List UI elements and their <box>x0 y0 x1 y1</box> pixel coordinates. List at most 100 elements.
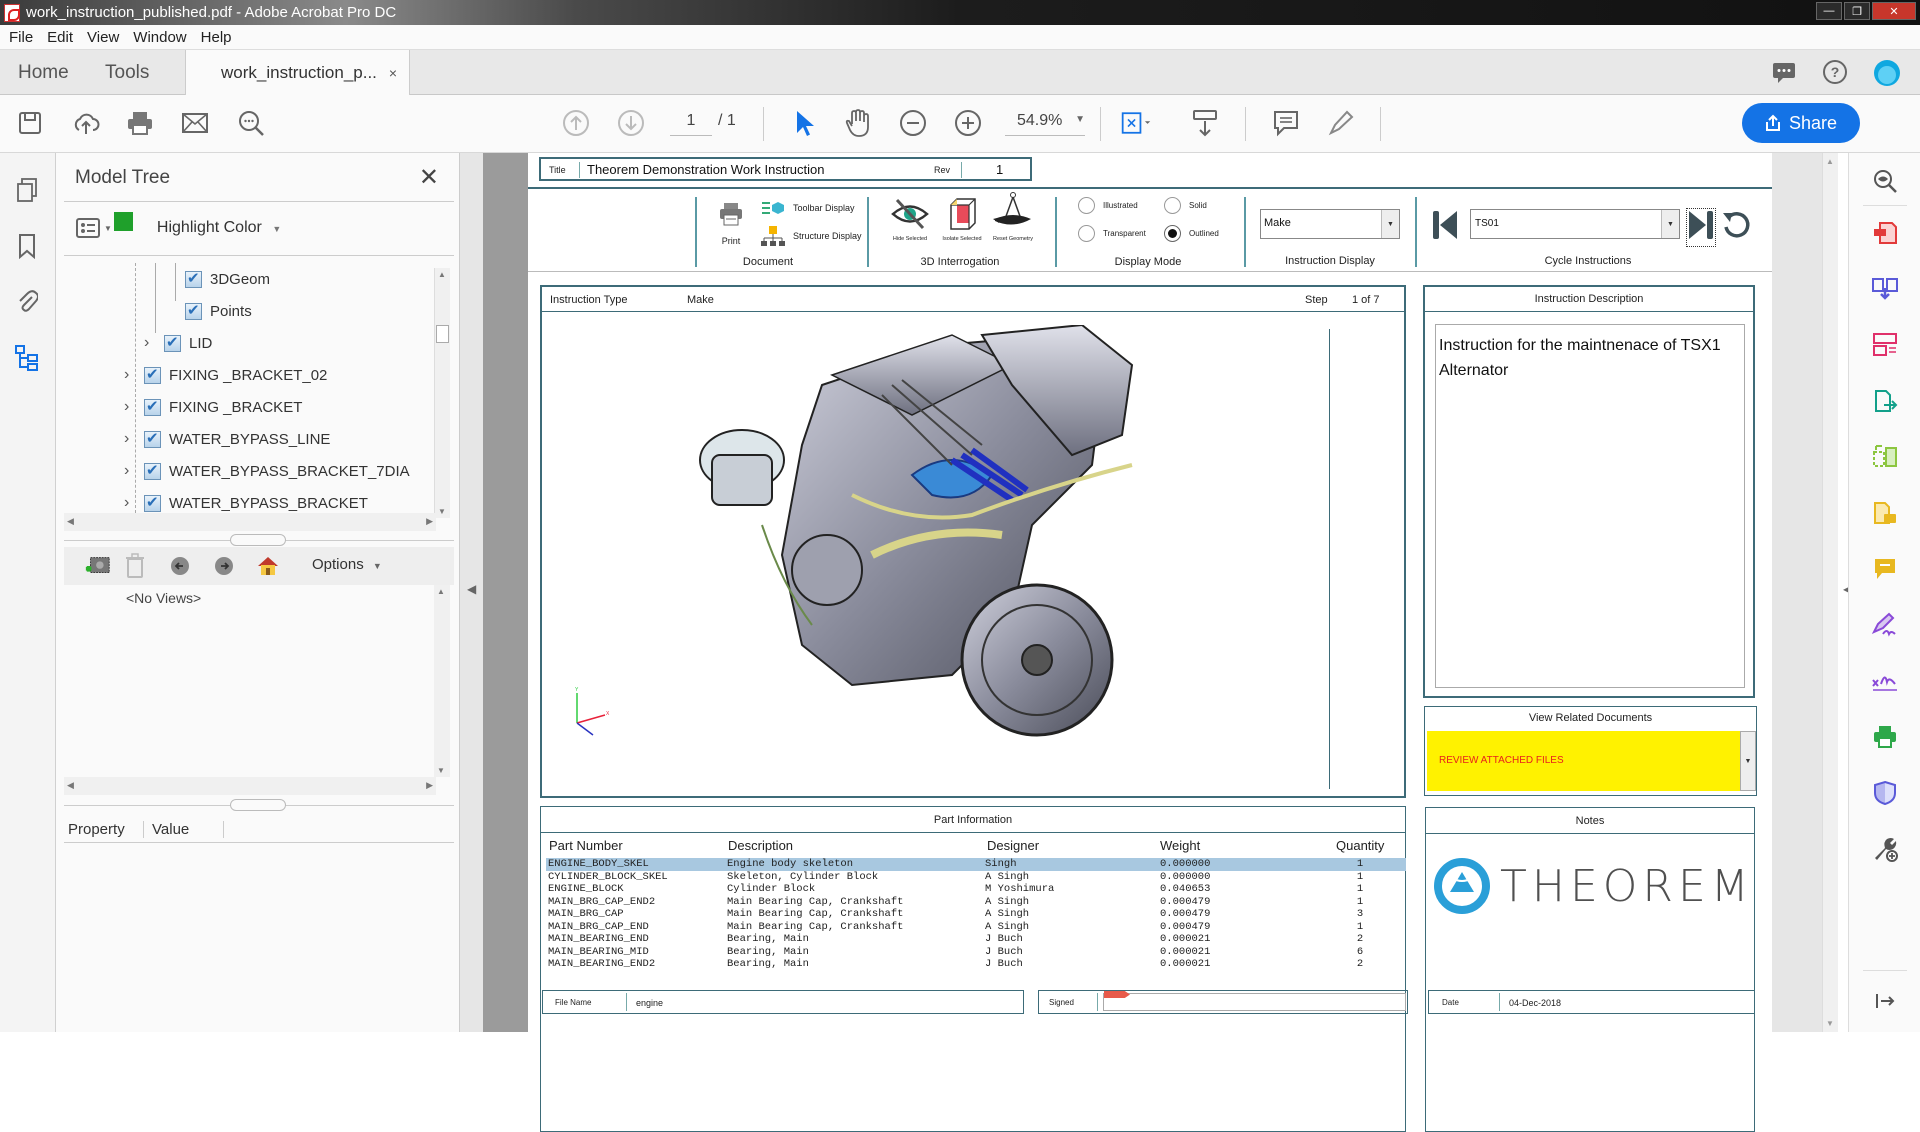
email-icon[interactable] <box>179 107 211 139</box>
page-number-input[interactable]: 1 <box>670 112 712 136</box>
radio-illustrated[interactable]: Illustrated <box>1078 197 1138 214</box>
views-vertical-scrollbar[interactable]: ▲ ▼ <box>434 585 450 777</box>
column-header-designer[interactable]: Designer <box>987 838 1160 853</box>
tree-item-points[interactable]: Points <box>185 295 252 327</box>
next-page-icon[interactable] <box>615 107 647 139</box>
tree-item-3dgeom[interactable]: 3DGeom <box>185 263 270 295</box>
menu-edit[interactable]: Edit <box>47 29 73 46</box>
table-row[interactable]: MAIN_BRG_CAP_END2 Main Bearing Cap, Crank… <box>546 896 1406 909</box>
save-icon[interactable] <box>14 107 46 139</box>
instruction-display-select[interactable]: Make ▼ <box>1260 209 1400 239</box>
protect-shield-icon[interactable] <box>1869 777 1901 809</box>
model-tree-icon[interactable] <box>12 343 42 373</box>
panel-splitter-handle[interactable] <box>230 799 286 811</box>
visibility-checkbox[interactable] <box>164 333 181 352</box>
bookmarks-icon[interactable] <box>12 231 42 261</box>
chevron-right-icon[interactable]: › <box>124 494 138 512</box>
close-tab-icon[interactable]: × <box>389 65 397 81</box>
find-search-icon[interactable] <box>235 107 267 139</box>
menu-view[interactable]: View <box>87 29 119 46</box>
column-header-weight[interactable]: Weight <box>1160 838 1336 853</box>
highlight-pen-icon[interactable] <box>1325 107 1357 139</box>
user-avatar-icon[interactable] <box>1873 59 1900 86</box>
radio-outlined[interactable]: Outlined <box>1164 225 1219 242</box>
table-row[interactable]: MAIN_BEARING_END Bearing, Main J Buch 0.000… <box>546 933 1406 946</box>
highlight-color-swatch[interactable] <box>113 211 133 231</box>
combine-files-icon[interactable] <box>1869 273 1901 305</box>
previous-page-icon[interactable] <box>560 107 592 139</box>
menu-window[interactable]: Window <box>133 29 186 46</box>
radio-solid[interactable]: Solid <box>1164 197 1207 214</box>
table-row[interactable]: MAIN_BRG_CAP_END Main Bearing Cap, Cranks… <box>546 921 1406 934</box>
structure-display-button[interactable]: Structure Display <box>761 225 862 247</box>
cycle-instructions-select[interactable]: TS01 ▼ <box>1470 209 1680 239</box>
restore-button[interactable]: ❐ <box>1844 2 1870 20</box>
toolbar-display-button[interactable]: Toolbar Display <box>761 201 855 215</box>
column-header-part-number[interactable]: Part Number <box>549 838 728 853</box>
table-row[interactable]: ENGINE_BLOCK Cylinder Block M Yoshimura 0.0… <box>546 883 1406 896</box>
home-view-icon[interactable] <box>254 552 282 580</box>
column-header-description[interactable]: Description <box>728 838 987 853</box>
chevron-right-icon[interactable]: › <box>124 462 138 480</box>
delete-view-trash-icon[interactable] <box>121 552 149 580</box>
next-view-icon[interactable] <box>210 552 238 580</box>
print-button[interactable]: Print <box>718 201 744 246</box>
visibility-checkbox[interactable] <box>144 493 161 512</box>
tab-document[interactable]: work_instruction_p... × <box>185 50 410 96</box>
views-horizontal-scrollbar[interactable]: ◀ ▶ <box>64 777 436 795</box>
table-row[interactable]: CYLINDER_BLOCK_SKEL Skeleton, Cylinder Bl… <box>546 871 1406 884</box>
upload-cloud-icon[interactable] <box>70 107 102 139</box>
chevron-right-icon[interactable]: › <box>124 366 138 384</box>
chevron-right-icon[interactable]: › <box>124 398 138 416</box>
3d-engine-model[interactable] <box>652 323 1232 790</box>
chevron-right-icon[interactable]: › <box>144 334 158 352</box>
reset-geometry-button[interactable]: Reset Geometry <box>990 191 1036 242</box>
chevron-down-icon[interactable]: ▼ <box>1740 731 1756 791</box>
hand-tool-icon[interactable] <box>842 107 874 139</box>
table-row[interactable]: MAIN_BRG_CAP Main Bearing Cap, Crankshaft… <box>546 908 1406 921</box>
visibility-checkbox[interactable] <box>185 269 202 288</box>
menu-help[interactable]: Help <box>201 29 232 46</box>
tab-tools[interactable]: Tools <box>105 50 149 95</box>
share-button[interactable]: Share <box>1742 103 1860 143</box>
signature-input[interactable] <box>1103 993 1406 1011</box>
visibility-checkbox[interactable] <box>144 461 161 480</box>
highlight-color-dropdown[interactable]: Highlight Color ▼ <box>157 219 281 237</box>
previous-view-icon[interactable] <box>166 552 194 580</box>
organize-pages-icon[interactable] <box>1869 329 1901 361</box>
minimize-button[interactable]: — <box>1816 2 1842 20</box>
related-documents-select[interactable]: REVIEW ATTACHED FILES <box>1427 731 1741 791</box>
column-header-quantity[interactable]: Quantity <box>1336 838 1396 853</box>
tree-item-fixing-bracket-02[interactable]: › FIXING _BRACKET_02 <box>124 359 327 391</box>
print-icon[interactable] <box>124 107 156 139</box>
select-pointer-icon[interactable] <box>788 107 820 139</box>
close-window-button[interactable]: ✕ <box>1872 2 1916 20</box>
table-row[interactable]: ENGINE_BODY_SKEL Engine body skeleton Sing… <box>546 858 1406 871</box>
visibility-checkbox[interactable] <box>144 429 161 448</box>
menu-file[interactable]: File <box>9 29 33 46</box>
panel-splitter-handle[interactable] <box>230 534 286 546</box>
create-pdf-icon[interactable] <box>1869 217 1901 249</box>
hide-selected-button[interactable]: Hide Selected <box>890 197 930 242</box>
table-row[interactable]: MAIN_BEARING_END2 Bearing, Main J Buch 0.00… <box>546 958 1406 971</box>
tree-options-icon[interactable]: ▼ <box>75 217 112 239</box>
scroll-mode-icon[interactable] <box>1189 107 1221 139</box>
property-column-header[interactable]: Property <box>64 821 144 838</box>
comment-tool-icon[interactable] <box>1869 553 1901 585</box>
attachments-paperclip-icon[interactable] <box>12 287 42 317</box>
views-options-menu[interactable]: Options ▼ <box>312 556 382 573</box>
page-thumbnails-icon[interactable] <box>12 175 42 205</box>
reset-cycle-button[interactable] <box>1720 209 1752 246</box>
radio-transparent[interactable]: Transparent <box>1078 225 1146 242</box>
edit-pdf-icon[interactable] <box>1869 441 1901 473</box>
comment-icon[interactable] <box>1270 107 1302 139</box>
document-vertical-scrollbar[interactable]: ▲ ▼ <box>1822 153 1838 1032</box>
tree-horizontal-scrollbar[interactable]: ◀ ▶ <box>64 513 436 531</box>
visibility-checkbox[interactable] <box>185 301 202 320</box>
search-tool-icon[interactable] <box>1869 165 1901 197</box>
instruction-description-text[interactable]: Instruction for the maintnenace of TSX1 … <box>1435 324 1745 688</box>
zoom-out-icon[interactable] <box>897 107 929 139</box>
visibility-checkbox[interactable] <box>144 397 161 416</box>
fill-and-sign-icon[interactable] <box>1869 609 1901 641</box>
tree-item-water-bypass-bracket[interactable]: › WATER_BYPASS_BRACKET <box>124 487 368 513</box>
